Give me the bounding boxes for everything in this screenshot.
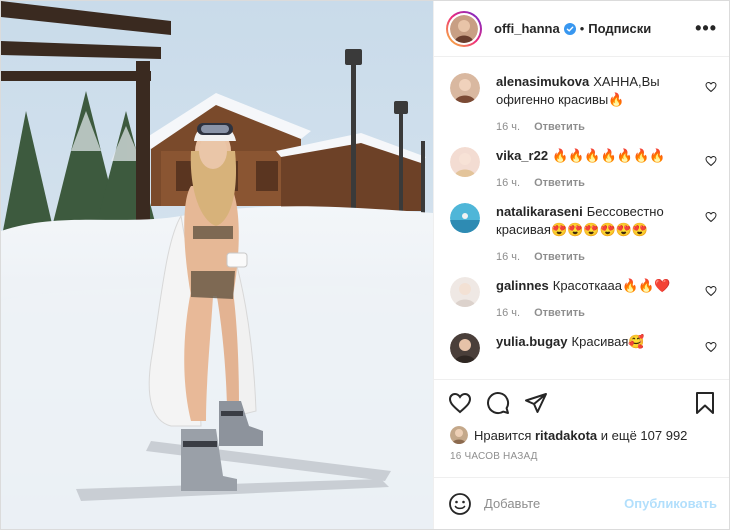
author-username[interactable]: offi_hanna (494, 21, 560, 36)
comment-username[interactable]: natalikaraseni (496, 204, 583, 219)
comment-time[interactable]: 16 ч. (496, 251, 520, 263)
heart-icon[interactable] (705, 285, 717, 297)
instagram-post: offi_hanna • Подписки ••• alenasimukova Х… (0, 0, 730, 530)
commenter-avatar[interactable] (450, 277, 480, 307)
likes-count[interactable]: и ещё 107 992 (601, 428, 688, 443)
post-header: offi_hanna • Подписки ••• (434, 1, 729, 57)
more-options-icon[interactable]: ••• (695, 18, 717, 39)
comment-time[interactable]: 16 ч. (496, 307, 520, 319)
post-timestamp[interactable]: 16 ЧАСОВ НАЗАД (434, 445, 729, 471)
add-comment-bar: Опубликовать (434, 477, 729, 529)
following-button[interactable]: Подписки (588, 21, 651, 36)
header-separator: • (579, 21, 585, 36)
commenter-avatar[interactable] (450, 147, 480, 177)
reply-button[interactable]: Ответить (534, 307, 585, 319)
author-avatar[interactable] (446, 10, 482, 47)
heart-icon[interactable] (705, 211, 717, 223)
commenter-avatar[interactable] (450, 333, 480, 363)
comment-username[interactable]: vika_r22 (496, 148, 548, 163)
comment-input[interactable] (484, 496, 624, 511)
liker-username[interactable]: ritadakota (535, 428, 597, 443)
comment-item: yulia.bugay Красивая🥰 (450, 333, 717, 363)
verified-icon (563, 22, 576, 35)
share-icon[interactable] (524, 391, 548, 415)
comment-text: 🔥🔥🔥🔥🔥🔥🔥 (552, 148, 666, 163)
comment-item: vika_r22 🔥🔥🔥🔥🔥🔥🔥 16 ч. Ответить (450, 147, 717, 189)
comment-icon[interactable] (486, 391, 510, 415)
heart-icon[interactable] (448, 391, 472, 415)
heart-icon[interactable] (705, 81, 717, 93)
comment-username[interactable]: yulia.bugay (496, 334, 568, 349)
bookmark-icon[interactable] (693, 391, 717, 415)
likes-summary[interactable]: Нравится ritadakota и ещё 107 992 (434, 425, 729, 445)
comments-list: alenasimukova ХАННА,Вы офигенно красивы🔥 … (434, 57, 729, 379)
comment-text: Красивая🥰 (571, 334, 645, 349)
commenter-avatar[interactable] (450, 73, 480, 103)
reply-button[interactable]: Ответить (534, 121, 585, 133)
emoji-icon[interactable] (448, 492, 472, 516)
comment-item: natalikaraseni Бессовестно красивая😍😍😍😍😍😍… (450, 203, 717, 263)
heart-icon[interactable] (705, 341, 717, 353)
reply-button[interactable]: Ответить (534, 251, 585, 263)
comment-username[interactable]: galinnes (496, 278, 549, 293)
reply-button[interactable]: Ответить (534, 177, 585, 189)
comment-item: galinnes Красоткааа🔥🔥❤️ 16 ч. Ответить (450, 277, 717, 319)
comment-username[interactable]: alenasimukova (496, 74, 589, 89)
comment-time[interactable]: 16 ч. (496, 177, 520, 189)
author-avatar-image (450, 14, 478, 43)
comment-time[interactable]: 16 ч. (496, 121, 520, 133)
comment-text: Красоткааа🔥🔥❤️ (552, 278, 671, 293)
post-sidebar: offi_hanna • Подписки ••• alenasimukova Х… (433, 1, 729, 529)
publish-button[interactable]: Опубликовать (624, 496, 717, 511)
commenter-avatar[interactable] (450, 203, 480, 233)
likes-prefix: Нравится (474, 427, 532, 443)
heart-icon[interactable] (705, 155, 717, 167)
action-bar (434, 379, 729, 425)
post-photo[interactable] (1, 1, 433, 529)
post-photo-image (1, 1, 433, 529)
comment-item: alenasimukova ХАННА,Вы офигенно красивы🔥 … (450, 73, 717, 133)
liker-avatar[interactable] (450, 426, 468, 444)
